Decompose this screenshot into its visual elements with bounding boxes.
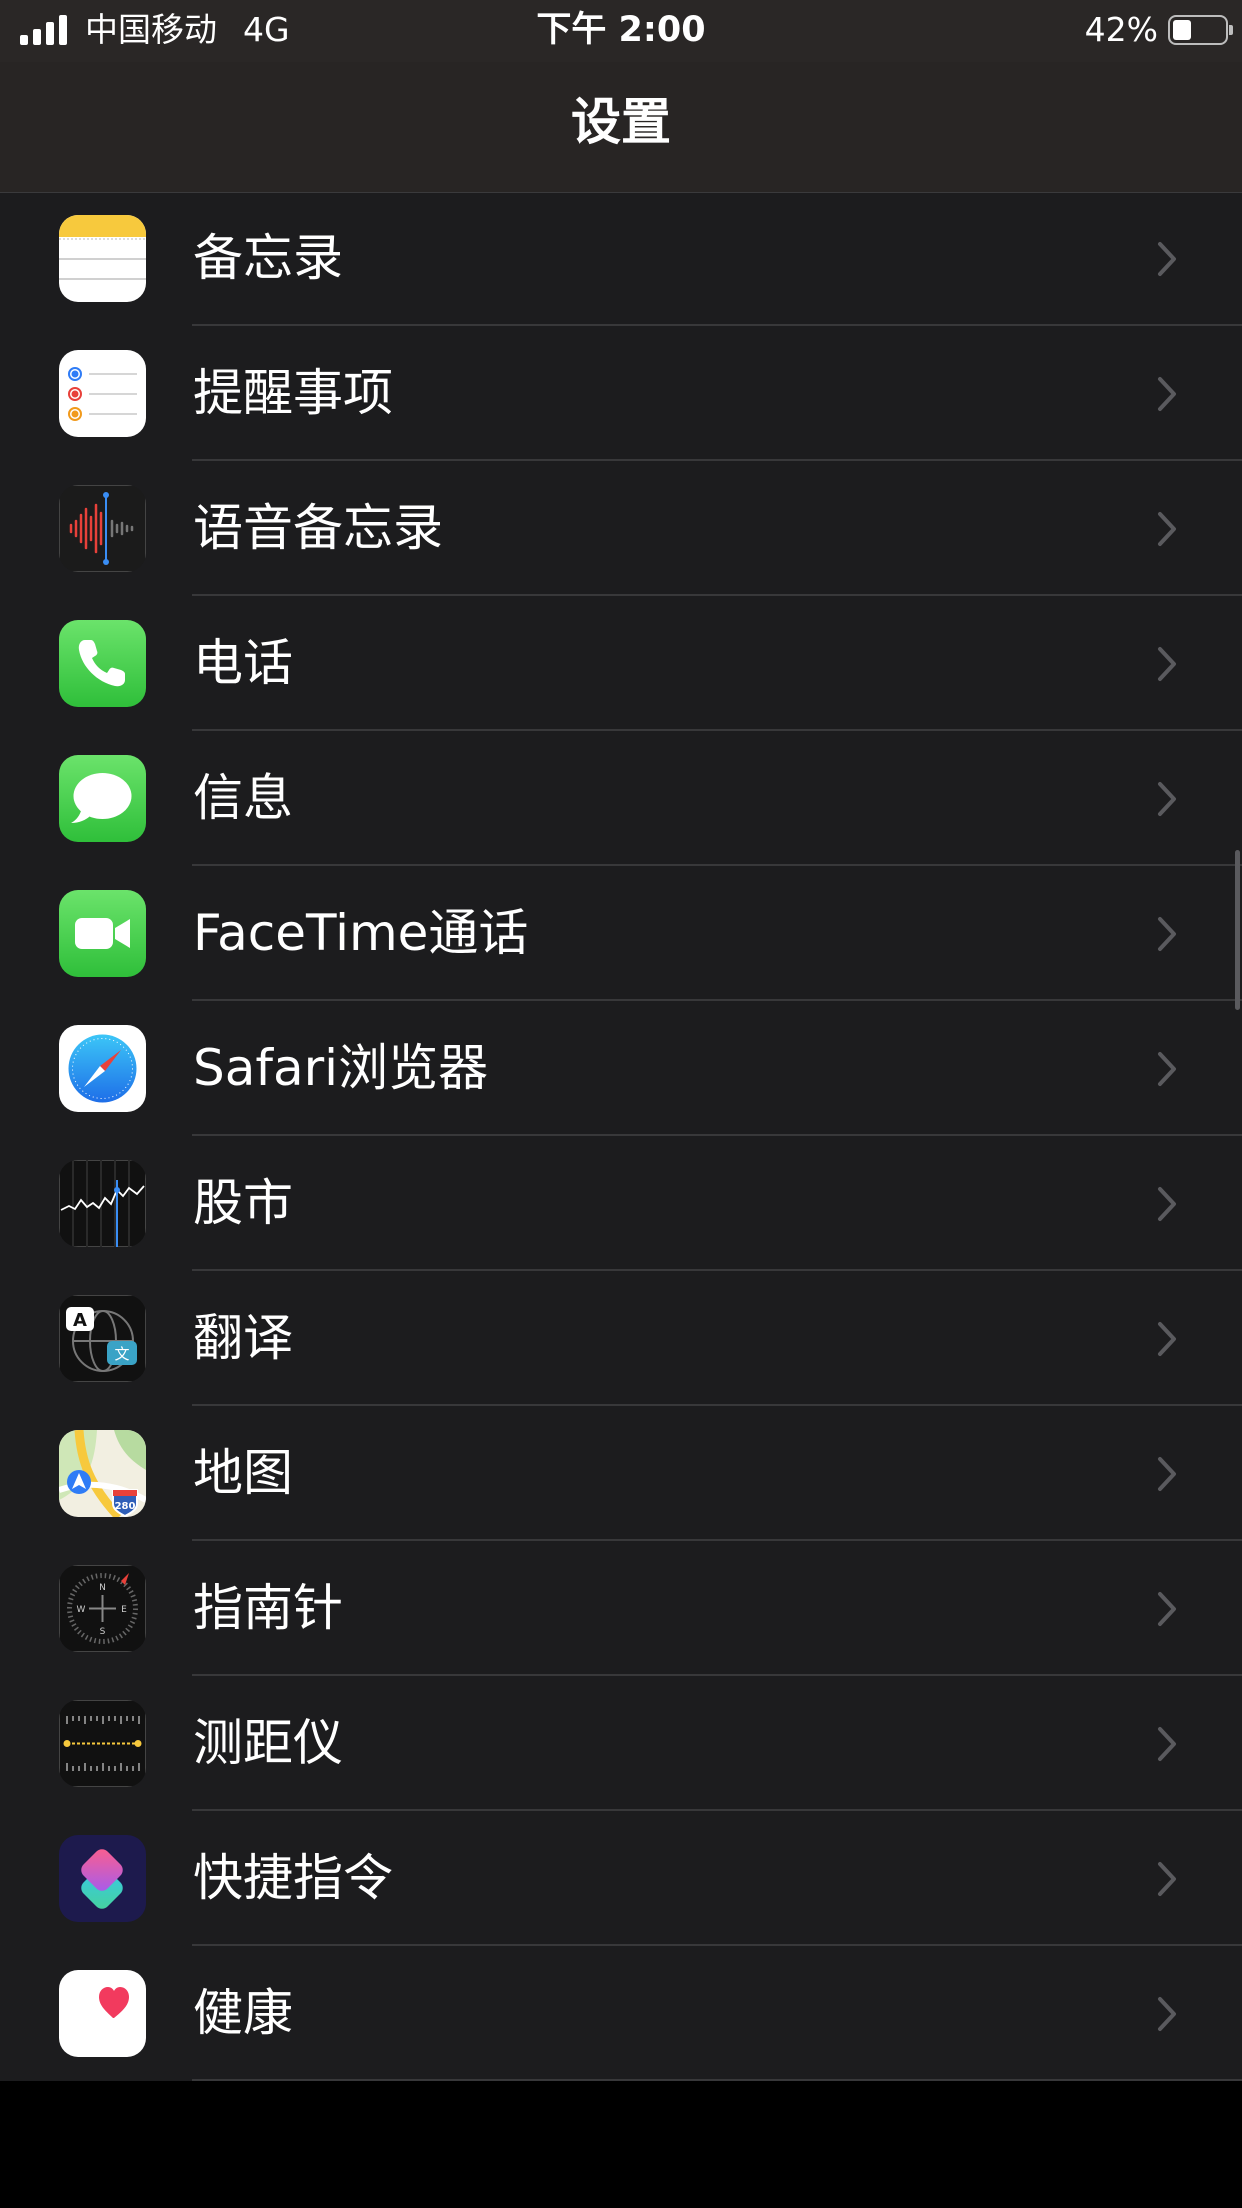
svg-text:A: A — [73, 1310, 87, 1331]
row-label: 电话 — [193, 634, 293, 692]
row-separator — [192, 2079, 1242, 2081]
chevron-right-icon — [1156, 510, 1178, 548]
chevron-right-icon — [1156, 915, 1178, 953]
svg-text:S: S — [100, 1627, 106, 1637]
chevron-right-icon — [1156, 1995, 1178, 2033]
row-label: 提醒事项 — [193, 364, 393, 422]
battery-icon — [1168, 15, 1233, 45]
row-label: 快捷指令 — [193, 1849, 393, 1907]
measure-icon — [59, 1700, 146, 1787]
settings-row-maps[interactable]: 280 地图 — [0, 1406, 1242, 1541]
safari-icon — [59, 1025, 146, 1112]
settings-row-health[interactable]: 健康 — [0, 1946, 1242, 2081]
status-bar: 中国移动 4G 下午 2:00 42% — [0, 0, 1242, 62]
chevron-right-icon — [1156, 240, 1178, 278]
settings-row-facetime[interactable]: FaceTime通话 — [0, 866, 1242, 1001]
settings-row-stocks[interactable]: 股市 — [0, 1136, 1242, 1271]
battery-percent: 42% — [1084, 10, 1158, 49]
chevron-right-icon — [1156, 375, 1178, 413]
chevron-right-icon — [1156, 1185, 1178, 1223]
chevron-right-icon — [1156, 1860, 1178, 1898]
chevron-right-icon — [1156, 1455, 1178, 1493]
settings-row-compass[interactable]: N S W E 指南针 — [0, 1541, 1242, 1676]
bottom-area — [0, 2158, 1242, 2208]
row-label: 信息 — [193, 769, 293, 827]
settings-list[interactable]: 日历 备忘录 提醒事项 — [0, 56, 1242, 2081]
row-label: 测距仪 — [193, 1714, 343, 1772]
health-icon — [59, 1970, 146, 2057]
status-time: 下午 2:00 — [536, 10, 706, 50]
compass-icon: N S W E — [59, 1565, 146, 1652]
row-label: FaceTime通话 — [193, 904, 529, 962]
status-right: 42% — [1084, 10, 1233, 50]
notes-icon — [59, 215, 146, 302]
scroll-indicator[interactable] — [1235, 850, 1240, 1010]
phone-icon — [59, 620, 146, 707]
settings-row-measure[interactable]: 测距仪 — [0, 1676, 1242, 1811]
settings-row-shortcuts[interactable]: 快捷指令 — [0, 1811, 1242, 1946]
svg-text:文: 文 — [114, 1345, 129, 1363]
row-label: 备忘录 — [193, 229, 343, 287]
translate-icon: A 文 — [59, 1295, 146, 1382]
facetime-icon — [59, 890, 146, 977]
settings-row-messages[interactable]: 信息 — [0, 731, 1242, 866]
row-label: 指南针 — [193, 1579, 343, 1637]
settings-row-reminders[interactable]: 提醒事项 — [0, 326, 1242, 461]
svg-text:W: W — [77, 1605, 86, 1615]
row-label: 地图 — [193, 1444, 293, 1502]
stocks-icon — [59, 1160, 146, 1247]
shortcuts-icon — [59, 1835, 146, 1922]
chevron-right-icon — [1156, 1320, 1178, 1358]
maps-icon: 280 — [59, 1430, 146, 1517]
svg-text:E: E — [121, 1605, 127, 1615]
chevron-right-icon — [1156, 780, 1178, 818]
row-label: 健康 — [193, 1984, 293, 2042]
settings-row-safari[interactable]: Safari浏览器 — [0, 1001, 1242, 1136]
page-title: 设置 — [571, 93, 671, 151]
row-label: 股市 — [193, 1174, 293, 1232]
chevron-right-icon — [1156, 1725, 1178, 1763]
reminders-icon — [59, 350, 146, 437]
chevron-right-icon — [1156, 1050, 1178, 1088]
row-label: 翻译 — [193, 1309, 293, 1367]
settings-row-phone[interactable]: 电话 — [0, 596, 1242, 731]
svg-text:280: 280 — [115, 1501, 136, 1512]
settings-row-voice-memos[interactable]: 语音备忘录 — [0, 461, 1242, 596]
navigation-bar: 设置 — [0, 62, 1242, 193]
row-label: Safari浏览器 — [193, 1039, 489, 1097]
settings-row-translate[interactable]: A 文 翻译 — [0, 1271, 1242, 1406]
chevron-right-icon — [1156, 1590, 1178, 1628]
messages-icon — [59, 755, 146, 842]
voice-memos-icon — [59, 485, 146, 572]
svg-text:N: N — [99, 1583, 106, 1593]
row-label: 语音备忘录 — [193, 499, 443, 557]
settings-row-notes[interactable]: 备忘录 — [0, 191, 1242, 326]
chevron-right-icon — [1156, 645, 1178, 683]
